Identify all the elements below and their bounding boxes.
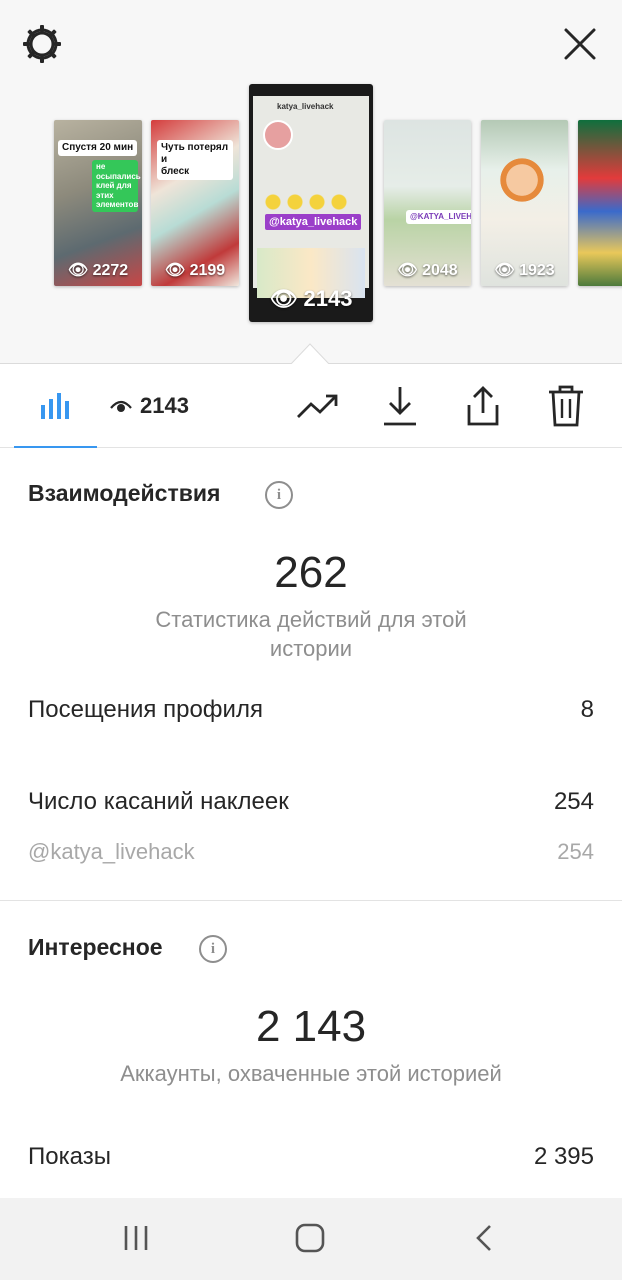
story-tag: @KATYA_LIVEHACK [406, 210, 471, 224]
story-views: 2143 [303, 286, 353, 311]
eye-icon: 👁 [67, 262, 89, 279]
mention-sticker-value: 254 [557, 839, 594, 864]
interactions-title: Взаимодействия [28, 480, 221, 506]
gear-icon [23, 25, 61, 63]
story-views: 1923 [519, 262, 555, 279]
active-tab-indicator [14, 446, 97, 448]
story-views: 2199 [189, 262, 226, 279]
profile-visits-label: Посещения профиля [28, 696, 263, 723]
selection-pointer [290, 343, 330, 365]
story-avatar [263, 120, 293, 150]
discovery-title: Интересное [28, 934, 163, 960]
eye-icon: 👁 [269, 286, 298, 311]
story-caption: Чуть потерял и блеск [157, 140, 233, 180]
impressions-value: 2 395 [533, 1143, 594, 1170]
story-toolbar: 2143 [0, 364, 622, 448]
close-icon [564, 28, 596, 60]
info-icon[interactable]: i [199, 935, 227, 963]
story-thumbnail[interactable]: @KATYA_LIVEHACK 👁 2048 [384, 120, 471, 286]
section-divider [0, 900, 622, 901]
eye-icon: 👁 [494, 262, 515, 279]
story-views: 2048 [422, 262, 458, 279]
recents-icon [124, 1226, 148, 1250]
delete-button[interactable] [544, 384, 588, 428]
system-nav-bar [0, 1198, 622, 1280]
back-icon [476, 1225, 491, 1251]
story-caption: Спустя 20 мин [58, 140, 138, 156]
story-view-count: 👁 2143 [249, 286, 373, 312]
bar-chart-icon [40, 393, 69, 419]
home-button[interactable] [286, 1216, 334, 1260]
share-button[interactable] [461, 384, 505, 428]
insights-tab[interactable] [14, 364, 97, 448]
back-button[interactable] [460, 1216, 508, 1260]
promote-button[interactable] [296, 384, 340, 428]
story-thumbnail[interactable]: Спустя 20 мин не осыпались клей для этих… [54, 120, 142, 286]
viewers-tab[interactable]: 2143 [110, 390, 189, 422]
mention-sticker: @katya_livehack [265, 214, 362, 230]
story-caption: не осыпались клей для этих элементов [92, 160, 141, 212]
story-view-count: 👁 2048 [384, 260, 471, 280]
story-highlights [265, 194, 355, 210]
eye-icon [110, 400, 132, 412]
profile-visits-value: 8 [580, 696, 594, 723]
story-thumbnail[interactable] [578, 120, 622, 286]
story-view-count: 👁 2199 [151, 260, 239, 280]
view-count: 2143 [140, 393, 189, 418]
interactions-total: 262 [274, 548, 348, 597]
mention-sticker-label: @katya_livehack [28, 839, 195, 864]
share-icon [467, 386, 499, 426]
reach-subtitle: Аккаунты, охваченные этой историей [120, 1061, 502, 1086]
story-thumbnail[interactable]: 👁 1923 [481, 120, 568, 286]
sticker-taps-value: 254 [553, 788, 594, 815]
eye-icon: 👁 [164, 262, 186, 279]
recents-button[interactable] [112, 1216, 160, 1260]
home-icon [295, 1223, 325, 1253]
reach-total: 2 143 [255, 1002, 367, 1051]
sticker-taps-label: Число касаний наклеек [28, 788, 289, 815]
eye-icon: 👁 [397, 262, 418, 279]
story-view-count: 👁 2272 [54, 260, 142, 280]
settings-button[interactable] [14, 16, 70, 72]
story-thumbnail[interactable]: Чуть потерял и блеск 👁 2199 [151, 120, 239, 286]
download-icon [384, 387, 416, 426]
story-view-count: 👁 1923 [481, 260, 568, 280]
trending-up-icon [297, 394, 338, 418]
story-illustration [497, 150, 547, 210]
info-icon[interactable]: i [265, 481, 293, 509]
story-views: 2272 [92, 262, 129, 279]
interactions-subtitle: Статистика действий для этой истории [155, 607, 467, 661]
story-carousel: Спустя 20 мин не осыпались клей для этих… [0, 0, 622, 365]
story-screen: katya_livehack @katya_livehack [253, 96, 369, 298]
story-profile-handle: katya_livehack [277, 102, 334, 111]
download-button[interactable] [378, 384, 422, 428]
impressions-label: Показы [28, 1143, 111, 1170]
trash-icon [549, 385, 583, 427]
story-thumbnail-selected[interactable]: katya_livehack @katya_livehack 👁 2143 [249, 84, 373, 322]
close-button[interactable] [552, 16, 608, 72]
